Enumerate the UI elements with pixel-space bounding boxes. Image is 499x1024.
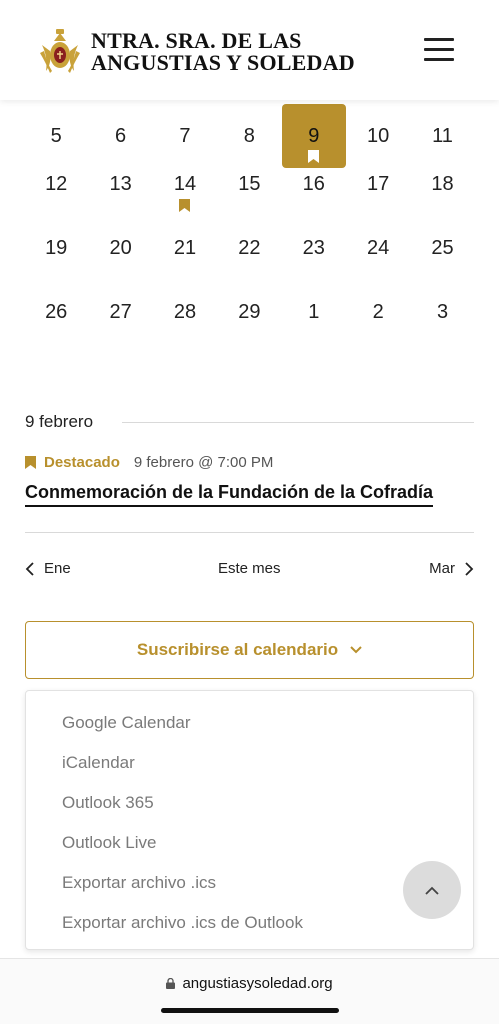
url-display[interactable]: angustiasysoledad.org xyxy=(0,975,499,992)
option-icalendar[interactable]: iCalendar xyxy=(62,753,135,773)
month-calendar-grid: 5 6 7 8 9 10 11 12 13 14 15 16 17 18 19 … xyxy=(24,104,475,344)
day-number: 5 xyxy=(50,125,62,147)
option-outlook-365[interactable]: Outlook 365 xyxy=(62,793,154,813)
site-header: NTRA. SRA. DE LAS ANGUSTIAS Y SOLEDAD xyxy=(0,0,499,100)
day-number: 27 xyxy=(109,301,132,323)
calendar-day[interactable]: 22 xyxy=(217,216,281,280)
crest-logo-icon[interactable] xyxy=(38,27,82,77)
chevron-left-icon xyxy=(25,561,34,576)
option-export-ics[interactable]: Exportar archivo .ics xyxy=(62,873,216,893)
calendar-day[interactable]: 28 xyxy=(153,280,217,344)
day-number: 26 xyxy=(45,301,68,323)
day-number: 28 xyxy=(173,301,197,323)
calendar-day[interactable]: 29 xyxy=(217,280,281,344)
day-number: 1 xyxy=(308,301,320,323)
day-number: 25 xyxy=(431,237,454,259)
day-number: 11 xyxy=(432,125,453,147)
calendar-day[interactable]: 17 xyxy=(346,152,410,216)
day-number: 17 xyxy=(367,173,390,195)
day-number: 3 xyxy=(436,301,449,323)
day-number: 16 xyxy=(302,173,325,195)
calendar-day[interactable]: 23 xyxy=(282,216,346,280)
browser-address-bar: angustiasysoledad.org xyxy=(0,958,499,1024)
day-number: 22 xyxy=(238,237,261,259)
featured-label: Destacado xyxy=(44,454,120,471)
calendar-day[interactable]: 16 xyxy=(282,152,346,216)
chevron-right-icon xyxy=(465,561,474,576)
day-number: 14 xyxy=(173,173,197,195)
calendar-day[interactable]: 3 xyxy=(410,280,474,344)
subscribe-label: Suscribirse al calendario xyxy=(136,640,339,659)
calendar-day[interactable]: 18 xyxy=(410,152,474,216)
home-indicator xyxy=(161,1008,339,1013)
calendar-day[interactable]: 26 xyxy=(24,280,88,344)
option-export-ics-outlook[interactable]: Exportar archivo .ics de Outlook xyxy=(62,913,303,933)
day-number: 15 xyxy=(238,173,261,195)
chevron-down-icon xyxy=(350,646,362,654)
calendar-day[interactable]: 25 xyxy=(410,216,474,280)
day-number: 23 xyxy=(302,237,325,259)
day-number: 7 xyxy=(179,125,191,147)
calendar-week-row: 12 13 14 15 16 17 18 xyxy=(24,152,475,216)
day-number: 24 xyxy=(367,237,390,259)
day-number: 10 xyxy=(367,125,390,147)
next-month-label: Mar xyxy=(429,560,455,577)
day-number: 6 xyxy=(115,125,127,147)
calendar-week-row: 19 20 21 22 23 24 25 xyxy=(24,216,475,280)
this-month-link[interactable]: Este mes xyxy=(218,560,281,577)
calendar-day[interactable]: 19 xyxy=(24,216,88,280)
calendar-week-row: 26 27 28 29 1 2 3 xyxy=(24,280,475,344)
lock-icon xyxy=(166,978,176,989)
day-number: 13 xyxy=(109,173,132,195)
calendar-day[interactable]: 21 xyxy=(153,216,217,280)
calendar-day[interactable]: 1 xyxy=(282,280,346,344)
month-navigation: Ene Este mes Mar xyxy=(25,560,474,582)
section-divider xyxy=(25,532,474,533)
subscribe-calendar-button[interactable]: Suscribirse al calendario xyxy=(25,621,474,679)
prev-month-label: Ene xyxy=(44,560,71,577)
bookmark-icon xyxy=(178,199,190,212)
calendar-day[interactable]: 20 xyxy=(88,216,152,280)
date-heading-rule xyxy=(122,422,474,423)
day-number: 29 xyxy=(238,301,261,323)
site-title-line1: NTRA. SRA. DE LAS xyxy=(91,28,302,53)
option-google-calendar[interactable]: Google Calendar xyxy=(62,713,191,733)
event-datetime: 9 febrero @ 7:00 PM xyxy=(133,454,274,471)
calendar-day[interactable]: 27 xyxy=(88,280,152,344)
hamburger-menu-icon[interactable] xyxy=(424,38,454,62)
calendar-day[interactable]: 15 xyxy=(217,152,281,216)
day-number: 20 xyxy=(109,237,132,259)
prev-month-link[interactable]: Ene xyxy=(25,560,71,577)
site-title-line2: ANGUSTIAS Y SOLEDAD xyxy=(91,50,355,75)
event-title-link[interactable]: Conmemoración de la Fundación de la Cofr… xyxy=(25,482,434,507)
next-month-link[interactable]: Mar xyxy=(429,560,474,577)
scroll-to-top-button[interactable] xyxy=(403,861,461,919)
day-number: 18 xyxy=(431,173,454,195)
calendar-day[interactable]: 12 xyxy=(24,152,88,216)
day-number: 2 xyxy=(372,301,384,323)
event-date-heading: 9 febrero xyxy=(25,412,94,431)
url-text: angustiasysoledad.org xyxy=(182,975,333,992)
chevron-up-icon xyxy=(425,886,439,895)
subscribe-dropdown: Google Calendar iCalendar Outlook 365 Ou… xyxy=(25,690,474,950)
site-title[interactable]: NTRA. SRA. DE LAS ANGUSTIAS Y SOLEDAD xyxy=(91,30,355,74)
calendar-day[interactable]: 24 xyxy=(346,216,410,280)
calendar-day[interactable]: 2 xyxy=(346,280,410,344)
day-number: 8 xyxy=(243,125,255,147)
day-number: 21 xyxy=(173,237,197,259)
day-number: 19 xyxy=(45,237,68,259)
calendar-day-featured[interactable]: 14 xyxy=(153,152,217,216)
calendar-day[interactable]: 13 xyxy=(88,152,152,216)
event-meta: Destacado 9 febrero @ 7:00 PM xyxy=(25,454,273,471)
day-number: 12 xyxy=(45,173,68,195)
option-outlook-live[interactable]: Outlook Live xyxy=(62,833,157,853)
bookmark-icon xyxy=(25,456,36,469)
